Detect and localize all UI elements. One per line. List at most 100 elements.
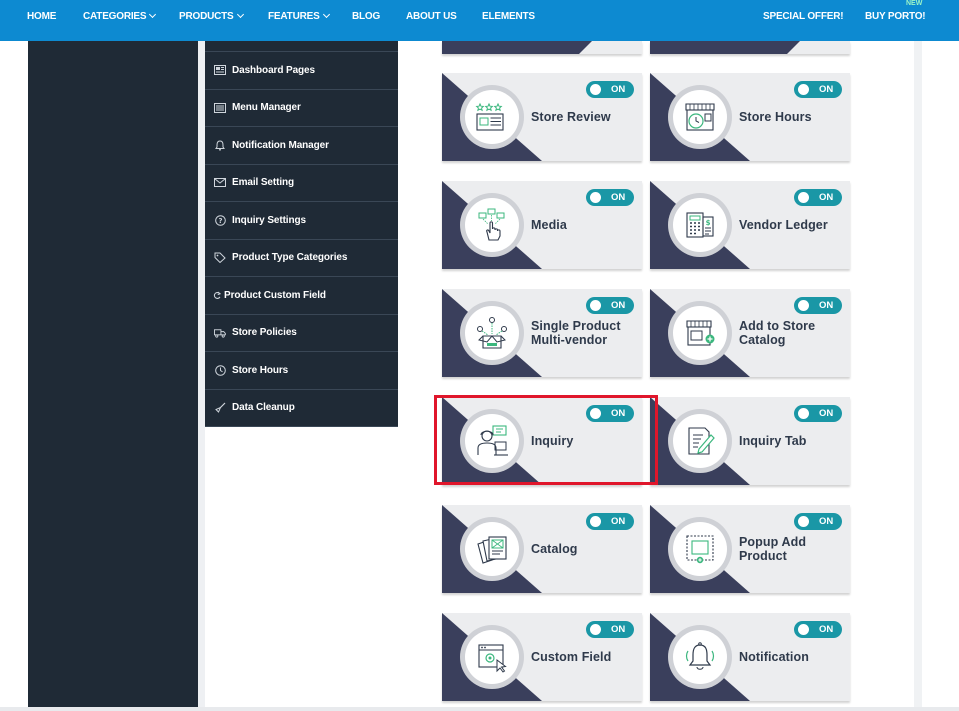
dashboard-icon [214,65,226,76]
toggle-knob [798,624,809,635]
nav-blog[interactable]: BLOG [352,11,380,22]
module-toggle[interactable]: ON [794,405,842,422]
menu-item-label: Data Cleanup [232,402,295,414]
toggle-label: ON [611,192,626,203]
module-toggle[interactable]: ON [794,513,842,530]
custom-field-icon [478,644,507,673]
module-card-add-to-store-catalog: Add to Store Catalog ON [650,289,850,377]
sidebar-gap [198,41,205,707]
toggle-label: ON [819,84,834,95]
module-toggle[interactable]: ON [794,621,842,638]
menu-item-label: Menu Manager [232,102,301,114]
module-toggle[interactable]: ON [586,81,634,98]
menu-item-email-setting[interactable]: Email Setting [205,164,398,202]
module-card-store-hours: Store Hours ON [650,73,850,161]
menu-item-menu-manager[interactable]: Menu Manager [205,89,398,127]
content-border [914,41,922,707]
nav-products-label: PRODUCTS [179,11,234,22]
bell-icon [214,140,226,151]
toggle-knob [590,624,601,635]
media-icon [478,208,505,241]
page-margin [0,41,28,711]
module-card-media: Media ON [442,181,642,269]
menu-item-store-hours[interactable]: Store Hours [205,352,398,390]
nav-buy-porto[interactable]: BUY PORTO! [865,11,926,22]
menu-item-product-type-categories[interactable]: Product Type Categories [205,239,398,277]
nav-special-offer[interactable]: SPECIAL OFFER! [763,11,844,22]
module-toggle[interactable]: ON [586,513,634,530]
module-card-store-review: Store Review ON [442,73,642,161]
module-toggle[interactable]: ON [586,189,634,206]
module-card-partial [650,41,850,54]
notification-icon [685,642,715,670]
admin-sidebar [28,41,198,707]
toggle-knob [798,516,809,527]
module-toggle[interactable]: ON [586,621,634,638]
toggle-label: ON [819,516,834,527]
menu-item-label: Inquiry Settings [232,214,306,226]
module-toggle[interactable]: ON [794,81,842,98]
toggle-label: ON [611,300,626,311]
toggle-label: ON [819,300,834,311]
module-card-single-product-multi-vendor: Single Product Multi-vendor ON [442,289,642,377]
menu-item-label: Store Hours [232,364,289,376]
menu-item-data-cleanup[interactable]: Data Cleanup [205,389,398,427]
module-card-custom-field: Custom Field ON [442,613,642,701]
new-badge: NEW [906,0,923,7]
menu-item-label: Notification Manager [232,139,329,151]
popup-add-product-icon [686,535,714,564]
envelope-icon [214,178,226,188]
module-card-partial [442,41,642,54]
nav-home[interactable]: HOME [27,11,56,22]
sync-icon [213,290,221,300]
nav-categories[interactable]: CATEGORIES [83,10,157,22]
menu-item-partial [205,41,398,52]
nav-features-label: FEATURES [268,11,320,22]
top-navigation: HOME CATEGORIES PRODUCTS FEATURES BLOG A… [0,0,959,41]
store-review-icon [475,102,504,131]
broom-icon [214,402,226,414]
menu-item-dashboard-pages[interactable]: Dashboard Pages [205,52,398,90]
toggle-label: ON [611,624,626,635]
toggle-label: ON [819,408,834,419]
menu-item-store-policies[interactable]: Store Policies [205,314,398,352]
menu-item-product-custom-field[interactable]: Product Custom Field [205,277,398,315]
toggle-knob [590,300,601,311]
highlight-box [434,395,658,485]
multi-vendor-icon [477,317,507,349]
catalog-icon [477,536,507,564]
inquiry-tab-icon [688,427,715,455]
nav-elements[interactable]: ELEMENTS [482,11,535,22]
nav-features[interactable]: FEATURES [268,10,330,22]
toggle-knob [798,408,809,419]
bottom-bar [0,707,959,711]
module-toggle[interactable]: ON [794,189,842,206]
menu-item-inquiry-settings[interactable]: ? Inquiry Settings [205,202,398,240]
menu-item-label: Email Setting [232,177,295,189]
toggle-label: ON [819,624,834,635]
menu-item-label: Product Type Categories [232,252,348,264]
module-toggle[interactable]: ON [586,297,634,314]
module-card-popup-add-product: Popup Add Product ON [650,505,850,593]
vendor-ledger-icon: $ [686,212,714,238]
menu-item-label: Store Policies [232,327,297,339]
nav-products[interactable]: PRODUCTS [179,10,244,22]
tags-icon [214,252,226,264]
nav-about[interactable]: ABOUT US [406,11,457,22]
nav-categories-label: CATEGORIES [83,11,147,22]
toggle-label: ON [819,192,834,203]
toggle-knob [590,516,601,527]
store-catalog-icon [686,320,715,346]
menu-item-label: Product Custom Field [224,289,326,301]
toggle-label: ON [611,84,626,95]
store-hours-icon [685,103,715,131]
menu-item-notification-manager[interactable]: Notification Manager [205,127,398,165]
module-toggle[interactable]: ON [794,297,842,314]
question-icon: ? [214,214,226,226]
toggle-knob [590,84,601,95]
module-card-catalog: Catalog ON [442,505,642,593]
clock-icon [214,364,226,376]
module-card-notification: Notification ON [650,613,850,701]
toggle-label: ON [611,516,626,527]
module-card-inquiry-tab: Inquiry Tab ON [650,397,850,485]
